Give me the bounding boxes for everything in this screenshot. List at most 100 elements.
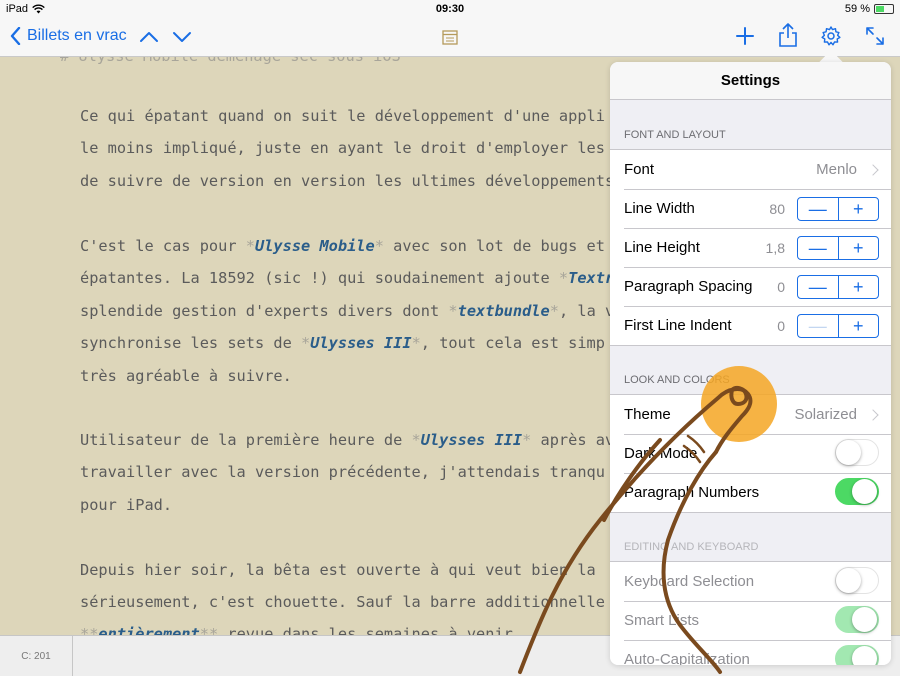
editor-text-line: **entièrement** revue dans les semaines …	[80, 625, 522, 635]
text-run: , tout cela est simp	[420, 334, 605, 352]
markup-symbol: *	[522, 431, 532, 449]
line-width-increment-button[interactable]: +	[837, 198, 879, 220]
editor-text-line: Depuis hier soir, la bêta est ouverte à …	[80, 561, 596, 579]
line-height-value: 1,8	[765, 239, 785, 256]
text-run: pour iPad.	[80, 496, 173, 514]
markup-symbol: *	[301, 334, 311, 352]
smart-lists-toggle[interactable]	[835, 606, 879, 633]
markup-symbol: *	[549, 302, 559, 320]
section-font-layout-header: FONT AND LAYOUT	[624, 129, 726, 141]
paragraph-spacing-row: Paragraph Spacing 0 — +	[610, 267, 891, 306]
theme-label: Theme	[624, 406, 671, 423]
share-icon[interactable]	[778, 22, 798, 48]
gear-icon[interactable]	[820, 25, 842, 47]
first-line-indent-decrement-button[interactable]: —	[798, 315, 838, 337]
settings-title: Settings	[610, 62, 891, 100]
emphasized-text: Ulysses III	[420, 431, 523, 449]
back-button-label: Billets en vrac	[27, 27, 127, 44]
text-run: Utilisateur de la première heure de	[80, 431, 412, 449]
text-run: après av	[531, 431, 615, 449]
chevron-right-icon	[867, 163, 879, 176]
editor-text-line: Ce qui épatant quand on suit le développ…	[80, 107, 605, 125]
first-line-indent-stepper[interactable]: — +	[797, 314, 879, 338]
chevron-up-icon[interactable]	[139, 30, 159, 44]
editor-text-line: très agréable à suivre.	[80, 367, 292, 385]
chevron-left-icon	[10, 27, 21, 45]
editor-text-line: de suivre de version en version les ulti…	[80, 172, 614, 190]
emphasized-text: Ulysses III	[310, 334, 412, 352]
font-label: Font	[624, 161, 655, 178]
dark-mode-label: Dark Mode	[624, 445, 698, 462]
battery-icon	[874, 4, 894, 14]
markup-symbol: *	[411, 431, 421, 449]
line-height-stepper[interactable]: — +	[797, 236, 879, 260]
look-colors-group: Theme Solarized Dark Mode Paragraph Numb…	[610, 394, 891, 513]
line-height-increment-button[interactable]: +	[837, 237, 879, 259]
editor-text-line: sérieusement, c'est chouette. Sauf la ba…	[80, 593, 605, 611]
text-run: travailler avec la version précédente, j…	[80, 463, 605, 481]
paragraph-spacing-decrement-button[interactable]: —	[798, 276, 838, 298]
line-height-label: Line Height	[624, 239, 700, 256]
paragraph-spacing-stepper[interactable]: — +	[797, 275, 879, 299]
editor-text-line: travailler avec la version précédente, j…	[80, 463, 605, 481]
status-bar: iPad 09:30 59 %	[0, 0, 900, 20]
markup-symbol: **	[80, 625, 99, 635]
status-time: 09:30	[435, 3, 465, 15]
auto-capitalization-label: Auto-Capitalization	[624, 651, 750, 665]
dark-mode-toggle[interactable]	[835, 439, 879, 466]
first-line-indent-row: First Line Indent 0 — +	[610, 306, 891, 345]
first-line-indent-value: 0	[777, 317, 785, 334]
editing-keyboard-group: Keyboard Selection Smart Lists Auto-Capi…	[610, 561, 891, 665]
text-run: de suivre de version en version les ulti…	[80, 172, 615, 190]
auto-capitalization-toggle[interactable]	[835, 645, 879, 665]
text-run: le moins impliqué, juste en ayant le dro…	[80, 139, 605, 157]
editor-text-line: C'est le cas pour *Ulysse Mobile* avec s…	[80, 237, 605, 255]
line-width-stepper[interactable]: — +	[797, 197, 879, 221]
markup-symbol: **	[199, 625, 219, 635]
preview-icon[interactable]	[442, 30, 458, 45]
editor-text-line: splendide gestion d'experts divers dont …	[80, 302, 614, 320]
chevron-down-icon[interactable]	[172, 30, 192, 44]
emphasized-text: Ulysse Mobile	[255, 237, 375, 255]
markup-symbol: *	[448, 302, 458, 320]
editor-text-line: le moins impliqué, juste en ayant le dro…	[80, 139, 605, 157]
line-height-decrement-button[interactable]: —	[798, 237, 838, 259]
line-width-row: Line Width 80 — +	[610, 189, 891, 228]
text-run: splendide gestion d'experts divers dont	[80, 302, 449, 320]
first-line-indent-label: First Line Indent	[624, 317, 732, 334]
paragraph-numbers-toggle[interactable]	[835, 478, 879, 505]
theme-value: Solarized	[794, 406, 857, 423]
theme-row[interactable]: Theme Solarized	[610, 395, 891, 434]
text-run: Depuis hier soir, la bêta est ouverte à …	[80, 561, 596, 579]
character-counter: C: 201	[0, 636, 73, 676]
paragraph-spacing-increment-button[interactable]: +	[837, 276, 879, 298]
keyboard-selection-label: Keyboard Selection	[624, 573, 755, 590]
line-width-decrement-button[interactable]: —	[798, 198, 838, 220]
first-line-indent-increment-button[interactable]: +	[837, 315, 879, 337]
font-layout-group: Font Menlo Line Width 80 — + Line Height…	[610, 149, 891, 346]
font-row[interactable]: Font Menlo	[610, 150, 891, 189]
auto-capitalization-row: Auto-Capitalization	[610, 640, 891, 665]
text-run: épatantes. La 18592 (sic !) qui soudaine…	[80, 269, 559, 287]
emphasized-text: textbundle	[457, 302, 550, 320]
smart-lists-label: Smart Lists	[624, 612, 700, 629]
paragraph-numbers-row: Paragraph Numbers	[610, 473, 891, 512]
paragraph-spacing-value: 0	[777, 278, 785, 295]
font-value: Menlo	[816, 161, 857, 178]
settings-popover: Settings FONT AND LAYOUT Font Menlo Line…	[610, 62, 891, 665]
section-editing-keyboard-header: EDITING AND KEYBOARD	[624, 541, 759, 553]
expand-icon[interactable]	[865, 26, 885, 46]
editor-text-line: pour iPad.	[80, 496, 172, 514]
document-heading: # Ulysse Mobile déménage sec sous iOS	[60, 57, 401, 65]
text-run: C'est le cas pour	[80, 237, 246, 255]
dark-mode-row: Dark Mode	[610, 434, 891, 473]
keyboard-selection-toggle[interactable]	[835, 567, 879, 594]
markup-symbol: *	[374, 237, 384, 255]
add-icon[interactable]	[735, 26, 755, 46]
emphasized-text: Textr	[568, 269, 615, 287]
line-height-row: Line Height 1,8 — +	[610, 228, 891, 267]
back-button[interactable]: Billets en vrac	[10, 27, 127, 45]
editor-text-line: épatantes. La 18592 (sic !) qui soudaine…	[80, 269, 614, 287]
markup-symbol: *	[245, 237, 255, 255]
markup-symbol: # Ulysse Mobile déménage sec sous iOS	[60, 57, 401, 65]
